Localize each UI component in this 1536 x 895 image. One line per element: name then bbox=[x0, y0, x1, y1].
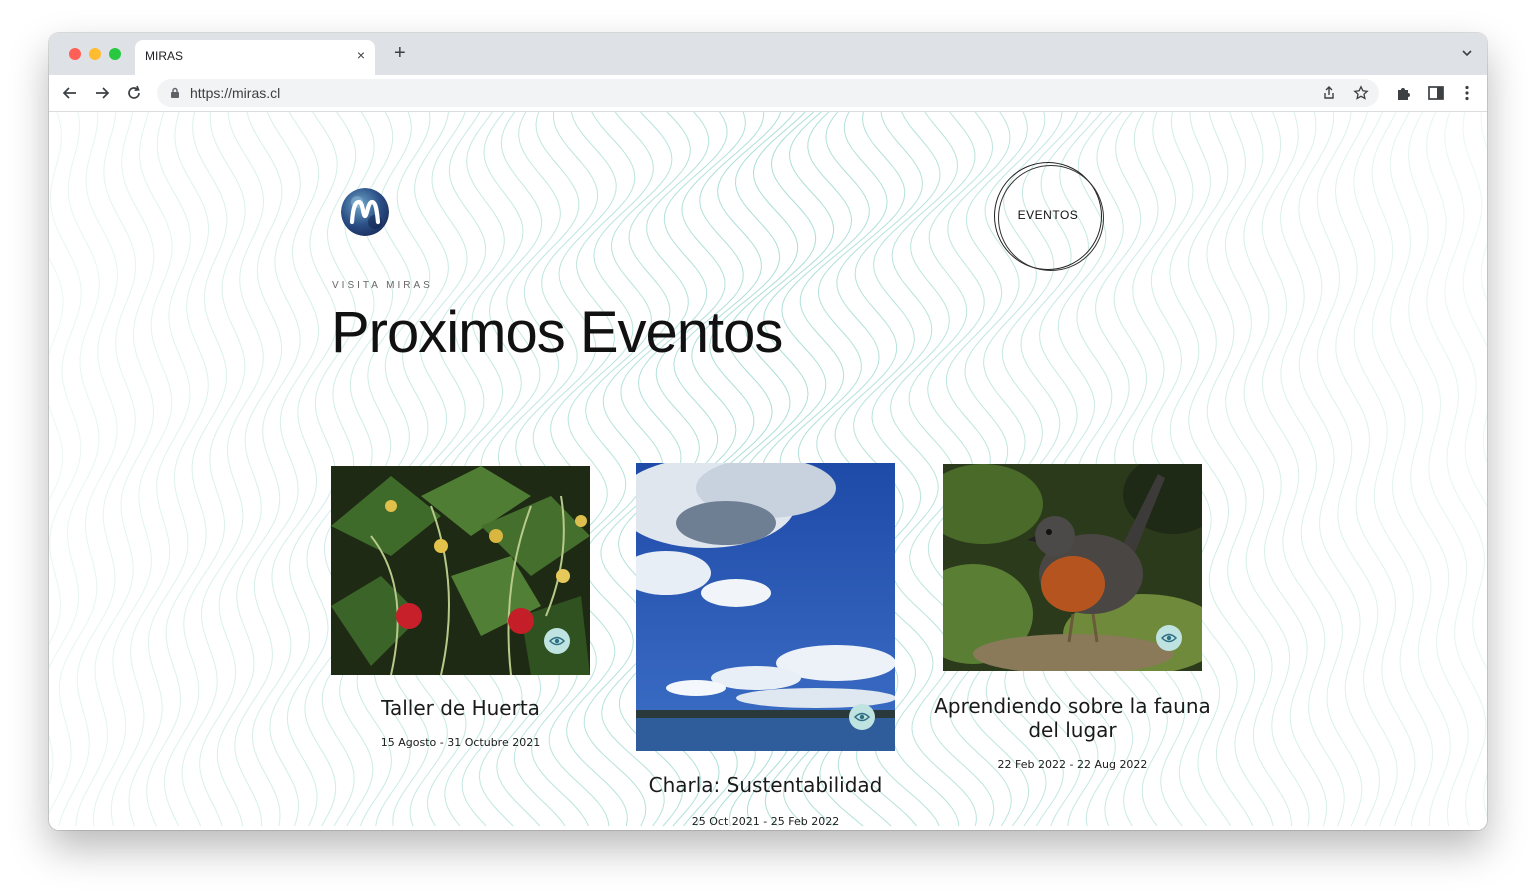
wave-line bbox=[110, 112, 191, 827]
browser-window: MIRAS × + https://miras.cl EVENTOS VISIT… bbox=[49, 33, 1487, 830]
maximize-window-dot[interactable] bbox=[109, 48, 121, 60]
event-image-sky[interactable] bbox=[636, 463, 895, 751]
wave-line bbox=[1224, 112, 1310, 827]
eventos-label: EVENTOS bbox=[1017, 208, 1079, 222]
view-event-eye-button[interactable] bbox=[1156, 625, 1182, 651]
share-icon[interactable] bbox=[1321, 85, 1337, 101]
side-panel-icon[interactable] bbox=[1426, 83, 1446, 103]
extensions-puzzle-icon[interactable] bbox=[1394, 83, 1414, 103]
minimize-window-dot[interactable] bbox=[89, 48, 101, 60]
eyebrow-text: VISITA MIRAS bbox=[332, 280, 433, 291]
event-title[interactable]: Charla: Sustentabilidad bbox=[626, 773, 905, 797]
tab-miras[interactable]: MIRAS × bbox=[135, 40, 375, 75]
wave-line bbox=[1462, 112, 1487, 464]
tab-search-chevron-icon[interactable] bbox=[1461, 47, 1473, 59]
miras-logo[interactable] bbox=[341, 188, 389, 236]
tab-close-icon[interactable]: × bbox=[357, 47, 365, 63]
reload-icon[interactable] bbox=[124, 83, 144, 103]
close-window-dot[interactable] bbox=[69, 48, 81, 60]
wave-line bbox=[49, 112, 119, 815]
back-arrow-icon[interactable] bbox=[60, 83, 80, 103]
address-bar[interactable]: https://miras.cl bbox=[157, 79, 1379, 107]
wave-line bbox=[1261, 112, 1345, 827]
view-event-eye-button[interactable] bbox=[849, 704, 875, 730]
wave-line bbox=[1407, 112, 1487, 827]
tab-title: MIRAS bbox=[145, 49, 184, 63]
browser-toolbar: https://miras.cl bbox=[49, 75, 1487, 112]
url-text: https://miras.cl bbox=[190, 85, 281, 101]
wave-line bbox=[1353, 112, 1434, 827]
wave-line bbox=[1480, 112, 1487, 302]
wave-line bbox=[49, 112, 100, 786]
wave-line bbox=[1334, 112, 1416, 827]
page-title: Proximos Eventos bbox=[331, 300, 783, 365]
event-title[interactable]: Aprendiendo sobre la fauna del lugar bbox=[933, 694, 1212, 742]
event-image-bird[interactable] bbox=[943, 464, 1202, 671]
miras-logo-icon bbox=[341, 188, 389, 236]
eye-icon bbox=[1161, 633, 1177, 643]
bookmark-star-icon[interactable] bbox=[1353, 85, 1369, 101]
wave-line bbox=[1298, 112, 1380, 827]
wave-line bbox=[1426, 112, 1487, 819]
view-event-eye-button[interactable] bbox=[544, 628, 570, 654]
event-date: 25 Oct 2021 - 25 Feb 2022 bbox=[691, 815, 840, 828]
event-title[interactable]: Taller de Huerta bbox=[321, 696, 600, 720]
wave-line bbox=[75, 112, 155, 827]
eye-icon bbox=[854, 712, 870, 722]
event-image-strawberries[interactable] bbox=[331, 466, 590, 675]
eventos-nav-button[interactable]: EVENTOS bbox=[994, 162, 1104, 271]
forward-arrow-icon[interactable] bbox=[92, 83, 112, 103]
wave-line bbox=[1280, 112, 1363, 827]
page-content: EVENTOS VISITA MIRAS Proximos Eventos Ta… bbox=[49, 112, 1487, 830]
new-tab-icon[interactable]: + bbox=[394, 43, 406, 63]
more-menu-icon[interactable] bbox=[1457, 83, 1477, 103]
wave-line bbox=[49, 256, 64, 502]
eye-icon bbox=[549, 636, 565, 646]
lock-icon bbox=[171, 87, 179, 98]
wave-line bbox=[128, 112, 209, 827]
tab-bar: MIRAS × + bbox=[49, 33, 1487, 75]
event-date: 15 Agosto - 31 Octubre 2021 bbox=[380, 736, 541, 749]
event-date: 22 Feb 2022 - 22 Aug 2022 bbox=[997, 758, 1148, 771]
wave-line bbox=[199, 112, 283, 827]
